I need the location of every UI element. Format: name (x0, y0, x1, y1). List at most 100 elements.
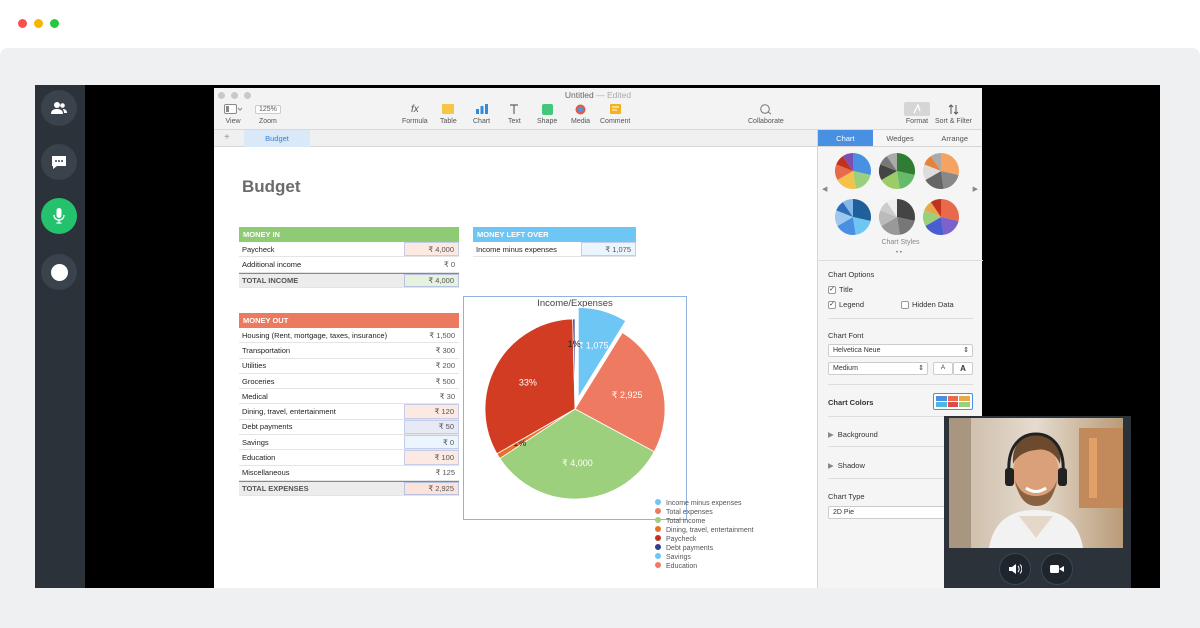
add-sheet-button[interactable]: + (224, 132, 230, 143)
legend-swatch (655, 535, 661, 541)
total-row[interactable]: TOTAL EXPENSES ₹ 2,925 (239, 480, 459, 497)
chevron-updown-icon: ⇕ (918, 365, 924, 372)
maximize-dot[interactable] (50, 19, 59, 28)
table-row[interactable]: Savings ₹ 0 (239, 435, 459, 451)
total-row[interactable]: TOTAL INCOME ₹ 4,000 (239, 272, 459, 288)
legend-label: Income minus expenses (666, 500, 742, 507)
chart-icon (475, 102, 488, 116)
pie-chart[interactable]: Income/Expenses ₹ 1,075 ₹ 2,925 ₹ 4,000 1% 33… (462, 275, 822, 570)
sidebar-tabs: Chart Wedges Arrange (818, 130, 982, 147)
chart-font-heading: Chart Font (828, 331, 864, 340)
camera-icon[interactable] (1041, 553, 1073, 585)
font-larger-button[interactable]: A (953, 362, 973, 375)
shape-button[interactable]: Shape (537, 102, 557, 125)
title-checkbox[interactable]: ✓ Title (828, 285, 853, 295)
legend-label: Dining, travel, entertainment (666, 527, 754, 534)
close-dot[interactable] (18, 19, 27, 28)
legend-label: Debt payments (666, 545, 714, 552)
media-button[interactable]: Media (571, 102, 590, 125)
sheet-tabs: + Budget (214, 130, 817, 147)
chart-colors-heading: Chart Colors (828, 398, 874, 407)
chart-options-heading: Chart Options (828, 270, 875, 279)
tab-arrange[interactable]: Arrange (927, 130, 982, 146)
text-button[interactable]: Text (508, 102, 521, 125)
legend-swatch (655, 508, 661, 514)
comment-icon (609, 102, 621, 116)
chevron-right-icon[interactable]: ▶ (973, 185, 978, 193)
comment-button[interactable]: Comment (600, 102, 630, 125)
sort-filter-button[interactable]: Sort & Filter (935, 102, 972, 125)
legend-label: Education (666, 563, 697, 570)
table-row[interactable]: Housing (Rent, mortgage, taxes, insuranc… (239, 328, 459, 344)
table-row[interactable]: Utilities ₹ 200 (239, 359, 459, 374)
video-tile (944, 416, 1131, 588)
font-weight-select[interactable]: Medium ⇕ (828, 362, 928, 375)
speaker-icon[interactable] (999, 553, 1031, 585)
formula-button[interactable]: fx Formula (402, 102, 428, 126)
legend-label: Total income (666, 518, 705, 525)
participant-video (949, 418, 1123, 548)
legend-swatch (655, 562, 661, 568)
table-row[interactable]: Groceries ₹ 500 (239, 374, 459, 390)
collaborate-button[interactable]: Collaborate (748, 102, 784, 125)
hidden-data-checkbox[interactable]: Hidden Data (901, 300, 954, 310)
sort-icon (948, 102, 959, 116)
view-button[interactable]: View (224, 102, 242, 125)
collaborate-icon (760, 102, 772, 116)
legend-swatch (655, 517, 661, 523)
table-row[interactable]: Paycheck ₹ 4,000 (239, 242, 459, 258)
table-row[interactable]: Transportation ₹ 300 (239, 343, 459, 359)
sheet-canvas: Budget MONEY IN Paycheck ₹ 4,000 Addition… (214, 147, 817, 588)
table-row[interactable]: Miscellaneous ₹ 125 (239, 466, 459, 481)
table-row[interactable]: Medical ₹ 30 (239, 389, 459, 405)
numbers-window: Untitled — Edited View 125% Zoom fx Form… (214, 88, 983, 588)
format-button[interactable]: Format (904, 102, 930, 125)
chart-styles-grid[interactable] (830, 151, 970, 243)
legend-swatch (655, 553, 661, 559)
font-select[interactable]: Helvetica Neue ⇕ (828, 344, 973, 357)
tab-wedges[interactable]: Wedges (873, 130, 928, 146)
table-row[interactable]: Debt payments ₹ 50 (239, 419, 459, 436)
legend-checkbox[interactable]: ✓ Legend (828, 300, 864, 310)
chart-type-heading: Chart Type (828, 492, 865, 501)
record-icon[interactable] (41, 254, 77, 290)
tab-budget[interactable]: Budget (244, 130, 310, 147)
zoom-button[interactable]: 125% Zoom (255, 102, 281, 125)
chart-styles-label: Chart Styles (881, 239, 920, 246)
slice-label: 33% (519, 378, 537, 388)
page-title: Budget (242, 177, 301, 196)
microphone-icon[interactable] (41, 198, 77, 234)
chevron-left-icon[interactable]: ◀ (822, 185, 827, 193)
shape-icon (541, 102, 553, 116)
call-sidebar (35, 85, 85, 588)
disclosure-icon: ▶ (828, 461, 834, 470)
page-dots[interactable]: • • (896, 250, 902, 256)
chevron-updown-icon: ⇕ (963, 347, 969, 354)
background-disclosure[interactable]: ▶ Background (828, 430, 878, 439)
table-button[interactable]: Table (440, 102, 457, 125)
legend-swatch (655, 544, 661, 550)
people-icon[interactable] (41, 90, 77, 126)
money-in-table: MONEY IN Paycheck ₹ 4,000 Additional inco… (239, 227, 459, 288)
slice-label: ₹ 2,925 (612, 390, 643, 400)
table-row[interactable]: Dining, travel, entertainment ₹ 120 (239, 404, 459, 420)
font-smaller-button[interactable]: A (933, 362, 953, 375)
chat-icon[interactable] (41, 144, 77, 180)
legend-label: Total expenses (666, 509, 713, 516)
chart-colors-swatch[interactable] (933, 393, 973, 410)
outer-window-bar (0, 0, 1200, 48)
table-row[interactable]: Additional income ₹ 0 (239, 257, 459, 273)
tab-chart[interactable]: Chart (818, 130, 873, 146)
table-row[interactable]: Education ₹ 100 (239, 450, 459, 466)
money-left-table: MONEY LEFT OVER Income minus expenses ₹ 1… (473, 227, 636, 258)
format-icon (904, 102, 930, 116)
shadow-disclosure[interactable]: ▶ Shadow (828, 461, 865, 470)
text-icon (509, 102, 519, 116)
title-bar: Untitled — Edited View 125% Zoom fx Form… (214, 88, 982, 130)
chart-button[interactable]: Chart (473, 102, 490, 125)
table-row[interactable]: Income minus expenses ₹ 1,075 (473, 242, 636, 258)
money-in-header: MONEY IN (239, 227, 459, 242)
minimize-dot[interactable] (34, 19, 43, 28)
legend-swatch (655, 526, 661, 532)
window-title: Untitled — Edited (564, 90, 632, 100)
